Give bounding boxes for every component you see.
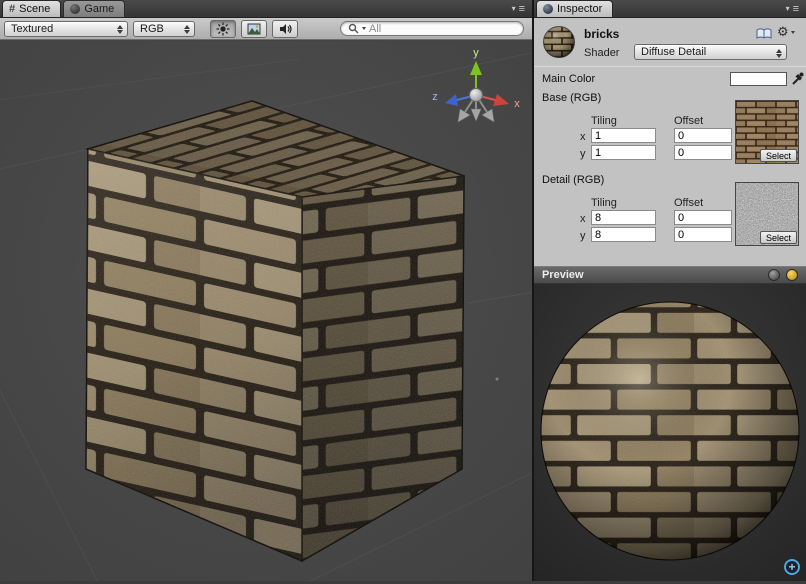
preview-title: Preview — [542, 269, 584, 281]
image-icon — [247, 23, 261, 35]
main-color-label: Main Color — [542, 73, 595, 85]
detail-x-label: x — [580, 213, 586, 225]
preview-header[interactable]: Preview — [534, 266, 806, 284]
base-select-button[interactable]: Select — [760, 149, 797, 162]
scene-pane-menu-button[interactable]: ▾ ≡ — [505, 0, 532, 17]
gear-icon: ⚙ — [777, 24, 789, 40]
gear-chevron-icon — [791, 31, 795, 34]
preview-viewport[interactable]: + — [534, 284, 806, 581]
material-name: bricks — [584, 27, 619, 41]
tab-inspector-label: Inspector — [557, 3, 602, 15]
detail-offset-x-input[interactable] — [674, 210, 732, 225]
base-tiling-x-input[interactable] — [591, 128, 656, 143]
scene-grid-icon: # — [9, 3, 15, 15]
color-mode-value: RGB — [140, 23, 164, 35]
search-input[interactable]: All — [340, 21, 524, 36]
detail-tiling-x-input[interactable] — [591, 210, 656, 225]
sun-icon — [216, 22, 230, 36]
tab-game-label: Game — [84, 3, 114, 15]
eyedropper-icon[interactable] — [791, 71, 804, 86]
search-icon — [348, 23, 359, 34]
detail-texture-thumbnail[interactable]: Select — [735, 182, 799, 246]
detail-tiling-header: Tiling — [591, 197, 617, 209]
menu-lines-icon: ≡ — [793, 3, 799, 15]
shader-value: Diffuse Detail — [641, 46, 706, 58]
context-gear-button[interactable]: ⚙ — [777, 24, 795, 40]
detail-select-button[interactable]: Select — [760, 231, 797, 244]
base-section-label: Base (RGB) — [542, 92, 601, 104]
dropdown-arrows-icon — [776, 49, 782, 58]
base-offset-header: Offset — [674, 115, 703, 127]
detail-offset-header: Offset — [674, 197, 703, 209]
gizmo-x-label[interactable]: x — [514, 98, 520, 110]
dropdown-arrows-icon — [184, 25, 190, 34]
inspector-icon — [543, 4, 553, 14]
tab-inspector[interactable]: Inspector — [536, 0, 613, 17]
menu-arrow-icon: ▾ — [786, 4, 790, 13]
base-offset-y-input[interactable] — [674, 145, 732, 160]
scene-viewport[interactable]: y x z — [0, 41, 532, 581]
speaker-icon — [278, 22, 292, 36]
base-y-label: y — [580, 148, 586, 160]
skybox-toggle-button[interactable] — [241, 20, 267, 38]
detail-offset-y-input[interactable] — [674, 227, 732, 242]
lighting-toggle-button[interactable] — [210, 20, 236, 38]
preview-lighting-button[interactable] — [786, 269, 798, 281]
orientation-gizmo[interactable]: y x z — [424, 43, 528, 135]
audio-toggle-button[interactable] — [272, 20, 298, 38]
tab-scene-label: Scene — [19, 3, 50, 15]
gizmo-z-label[interactable]: z — [432, 91, 438, 103]
tab-game[interactable]: Game — [63, 0, 125, 17]
shader-label: Shader — [584, 47, 619, 59]
gizmo-y-label[interactable]: y — [473, 47, 479, 59]
unity-editor-window: # Scene Game ▾ ≡ Textured RGB — [0, 0, 806, 581]
preview-zoom-button[interactable]: + — [784, 559, 800, 575]
main-color-swatch[interactable] — [730, 72, 787, 86]
detail-tiling-y-input[interactable] — [591, 227, 656, 242]
dropdown-arrows-icon — [117, 25, 123, 34]
inspector-pane-menu-button[interactable]: ▾ ≡ — [779, 0, 806, 17]
scene-pane: # Scene Game ▾ ≡ Textured RGB — [0, 0, 532, 581]
game-icon — [70, 4, 80, 14]
shader-dropdown[interactable]: Diffuse Detail — [634, 44, 787, 60]
draw-mode-value: Textured — [11, 23, 53, 35]
help-book-icon[interactable] — [756, 27, 772, 40]
base-tiling-header: Tiling — [591, 115, 617, 127]
preview-render — [534, 284, 806, 581]
menu-arrow-icon: ▾ — [512, 4, 516, 13]
scene-toolbar: Textured RGB — [0, 18, 532, 40]
menu-lines-icon: ≡ — [519, 3, 525, 15]
base-x-label: x — [580, 131, 586, 143]
base-texture-thumbnail[interactable]: Select — [735, 100, 799, 164]
inspector-tabbar: Inspector ▾ ≡ — [534, 0, 806, 18]
plus-icon: + — [788, 560, 795, 574]
base-offset-x-input[interactable] — [674, 128, 732, 143]
base-tiling-y-input[interactable] — [591, 145, 656, 160]
detail-y-label: y — [580, 230, 586, 242]
header-divider — [534, 66, 806, 67]
preview-sphere-button[interactable] — [768, 269, 780, 281]
search-value: All — [369, 23, 381, 35]
detail-section-label: Detail (RGB) — [542, 174, 604, 186]
material-preview-ball — [542, 25, 576, 59]
scene-tabbar: # Scene Game ▾ ≡ — [0, 0, 532, 18]
inspector-pane: Inspector ▾ ≡ bricks Shader Diffuse Deta… — [534, 0, 806, 581]
tab-scene[interactable]: # Scene — [2, 0, 61, 17]
color-mode-dropdown[interactable]: RGB — [133, 21, 195, 37]
draw-mode-dropdown[interactable]: Textured — [4, 21, 128, 37]
search-filter-chevron-icon — [362, 27, 366, 30]
